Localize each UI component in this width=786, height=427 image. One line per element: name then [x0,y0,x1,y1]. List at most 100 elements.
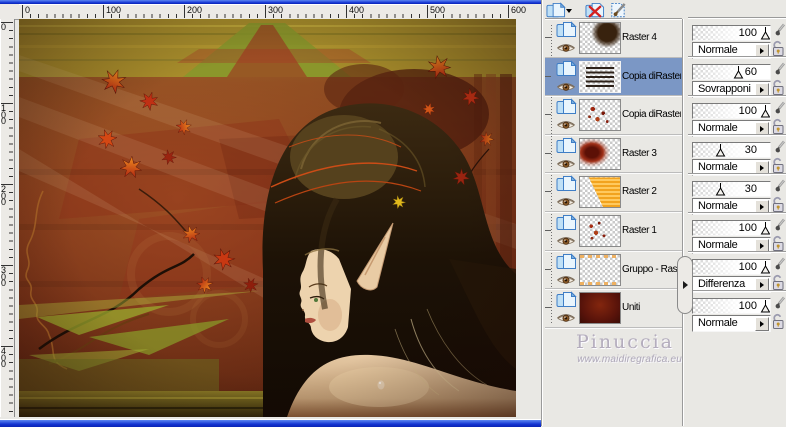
brush-icon[interactable] [770,179,786,195]
layer-type-icon [556,214,577,231]
lock-transparency-icon[interactable] [771,273,785,291]
layer-opacity-slider[interactable]: 100 [692,298,771,314]
layer-label: Copia diRaster 4 [622,71,681,82]
brush-icon[interactable] [770,62,786,78]
divider [688,134,786,136]
lock-transparency-icon[interactable] [771,39,785,57]
new-layer-dropdown-arrow[interactable] [565,7,574,15]
layer-opacity-slider[interactable]: 30 [692,181,771,197]
ruler-label: 400 [346,5,364,18]
lock-transparency-icon[interactable] [771,195,785,213]
divider [688,173,786,175]
layer-row[interactable]: Raster 3 [545,135,682,174]
brush-icon[interactable] [770,140,786,156]
brush-icon[interactable] [770,101,786,117]
blend-mode-dropdown[interactable]: Normale [692,315,771,332]
layer-thumbnail[interactable] [579,61,621,93]
opacity-value: 60 [745,65,757,79]
edit-layer-icon[interactable] [608,2,628,19]
ruler-label: 300 [265,5,283,18]
lock-transparency-icon[interactable] [771,312,785,330]
layer-thumbnail[interactable] [579,99,621,131]
layer-opacity-slider[interactable]: 100 [692,220,771,236]
lock-transparency-icon[interactable] [771,234,785,252]
ruler-label: 500 [427,5,445,18]
layer-opacity-slider[interactable]: 100 [692,25,771,41]
watermark-site: www.maidiregrafica.eu [545,354,682,365]
brush-icon[interactable] [770,218,786,234]
layer-visibility-eye-icon[interactable] [556,80,576,93]
opacity-value: 30 [745,143,757,157]
layer-controls: 100 Normale 60 Sovrapponi [688,0,786,426]
layer-visibility-eye-icon[interactable] [556,195,576,208]
layer-visibility-eye-icon[interactable] [556,41,576,54]
layer-type-icon [556,253,577,270]
layer-visibility-eye-icon[interactable] [556,273,576,286]
ruler-label: 3 0 0 [1,265,12,287]
opacity-value: 100 [739,26,757,40]
layer-visibility-eye-icon[interactable] [556,118,576,131]
layer-list: Raster 4 Copia diRaster 4 Copia diRaster [545,19,682,328]
palette-splitter-handle[interactable] [677,256,693,314]
layer-opacity-slider[interactable]: 100 [692,103,771,119]
lock-transparency-icon[interactable] [771,78,785,96]
lock-transparency-icon[interactable] [771,156,785,174]
blend-mode-value: Normale [698,316,737,331]
brush-icon[interactable] [770,257,786,273]
layer-thumbnail[interactable] [579,22,621,54]
layer-opacity-slider[interactable]: 30 [692,142,771,158]
brush-icon[interactable] [770,23,786,39]
layer-visibility-eye-icon[interactable] [556,311,576,324]
layer-type-icon [556,60,577,77]
ruler-label: 4 0 0 [1,346,12,368]
lock-transparency-icon[interactable] [771,117,785,135]
layer-thumbnail[interactable] [579,176,621,208]
layer-row[interactable]: Raster 2 [545,173,682,212]
layer-type-icon [556,137,577,154]
layer-thumbnail[interactable] [579,292,621,324]
divider [688,17,786,19]
layer-type-icon [556,21,577,38]
layer-thumbnail[interactable] [579,254,621,286]
divider [688,290,786,292]
dropdown-arrow-button[interactable] [755,317,769,331]
brush-icon[interactable] [770,296,786,312]
new-layer-icon[interactable] [546,2,566,19]
layer-row[interactable]: Gruppo - Raster [545,251,682,290]
layer-opacity-slider[interactable]: 60 [692,64,771,80]
divider [688,56,786,58]
layer-label: Gruppo - Raster [622,264,681,275]
watermark-name: Pinuccia [545,331,682,353]
layer-type-icon [556,291,577,308]
ruler-vertical[interactable]: 01 0 02 0 03 0 04 0 0 [0,19,15,417]
opacity-value: 30 [745,182,757,196]
layer-row[interactable]: Copia diRaster [545,96,682,135]
opacity-value: 100 [739,221,757,235]
opacity-slider-handle[interactable] [733,66,744,79]
ruler-label: 600 [508,5,526,18]
layer-thumbnail[interactable] [579,138,621,170]
layer-label: Raster 4 [622,32,681,43]
layer-label: Raster 2 [622,186,681,197]
ruler-label: 2 0 0 [1,184,12,206]
ruler-label: 1 0 0 [1,103,12,125]
layer-opacity-slider[interactable]: 100 [692,259,771,275]
watermark: Pinuccia www.maidiregrafica.eu [545,331,682,365]
layer-visibility-eye-icon[interactable] [556,234,576,247]
layer-row[interactable]: Raster 1 [545,212,682,251]
divider [688,95,786,97]
layer-row[interactable]: Raster 4 [545,19,682,58]
opacity-value: 100 [739,104,757,118]
layer-row[interactable]: Copia diRaster 4 [545,58,682,97]
layer-thumbnail[interactable] [579,215,621,247]
ruler-horizontal[interactable]: 0100200300400500600 [19,4,516,20]
opacity-slider-handle[interactable] [715,183,726,196]
delete-layer-icon[interactable] [585,2,605,19]
divider [682,19,684,426]
opacity-slider-handle[interactable] [715,144,726,157]
layer-row[interactable]: Uniti [545,289,682,328]
image-canvas[interactable] [19,19,516,417]
opacity-value: 100 [739,299,757,313]
ruler-label: 0 [22,5,30,18]
layer-visibility-eye-icon[interactable] [556,157,576,170]
